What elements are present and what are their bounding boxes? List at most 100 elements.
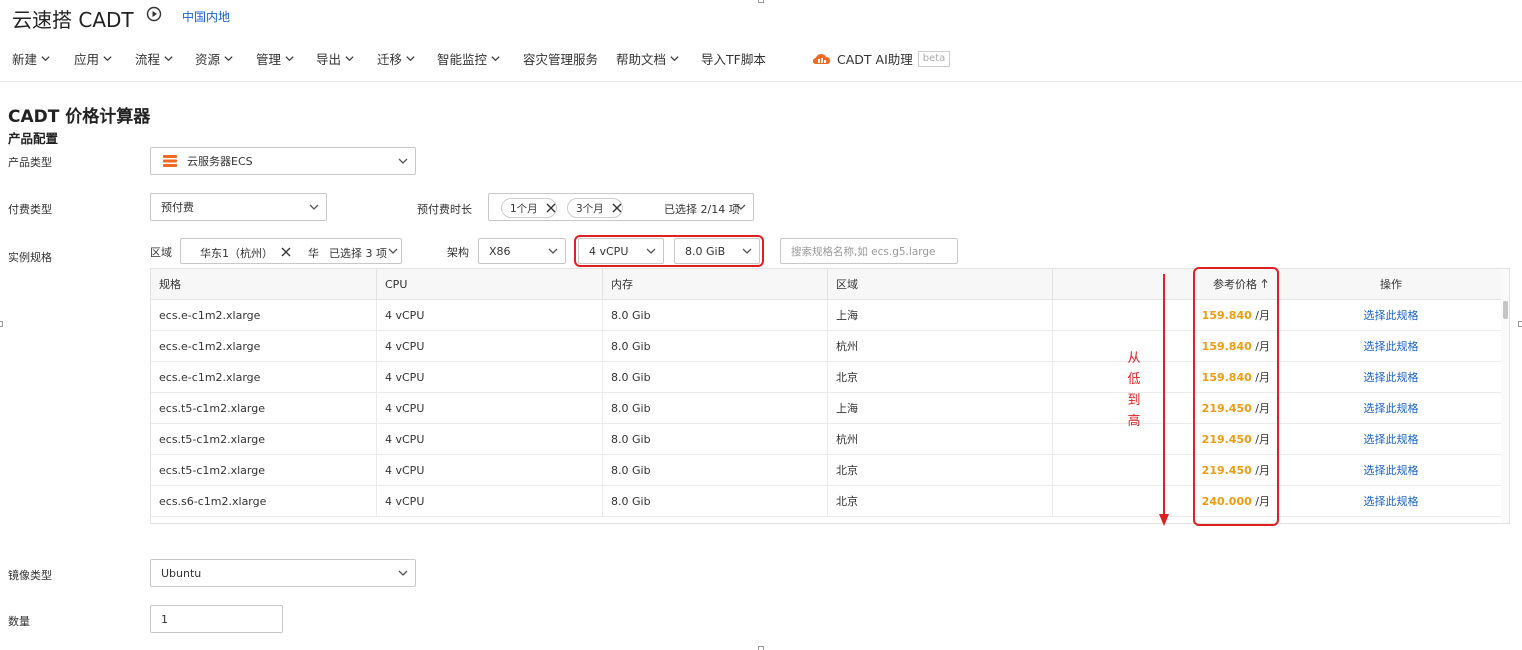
select-spec-link[interactable]: 选择此规格 — [1364, 464, 1419, 477]
table-scrollbar[interactable] — [1501, 269, 1509, 523]
cell-memory: 8.0 Gib — [603, 300, 828, 331]
cell-action: 选择此规格 — [1279, 424, 1503, 455]
column-header-cpu: CPU — [377, 269, 603, 300]
cell-cpu: 4 vCPU — [377, 362, 603, 393]
table-row: ecs.t5-c1m2.xlarge 4 vCPU 8.0 Gib 北京 219… — [151, 455, 1503, 486]
cell-action: 选择此规格 — [1279, 486, 1503, 517]
nav-item-resource[interactable]: 资源 — [195, 49, 234, 68]
nav-label: 智能监控 — [437, 52, 488, 67]
cell-memory: 8.0 Gib — [603, 486, 828, 517]
cell-memory: 8.0 Gib — [603, 362, 828, 393]
nav-label: 资源 — [195, 52, 221, 67]
cell-action: 选择此规格 — [1279, 393, 1503, 424]
nav-item-new[interactable]: 新建 — [12, 49, 51, 68]
select-spec-link[interactable]: 选择此规格 — [1364, 340, 1419, 353]
scrollbar-thumb[interactable] — [1503, 301, 1508, 319]
image-type-value: Ubuntu — [161, 566, 202, 580]
region-label: 区域 — [150, 246, 172, 259]
cell-cpu: 4 vCPU — [377, 331, 603, 362]
cell-region: 上海 — [828, 393, 1053, 424]
ecs-server-icon — [163, 155, 177, 167]
pay-type-select[interactable]: 预付费 — [150, 193, 327, 221]
price-column-highlight — [1193, 267, 1279, 526]
close-icon[interactable] — [612, 203, 622, 213]
cell-spec: ecs.e-c1m2.xlarge — [151, 331, 377, 362]
page-title: CADT 价格计算器 — [8, 107, 151, 127]
column-header-memory: 内存 — [603, 269, 828, 300]
nav-item-help[interactable]: 帮助文档 — [616, 49, 680, 68]
region-switch-link[interactable]: 中国内地 — [182, 8, 230, 25]
select-spec-link[interactable]: 选择此规格 — [1364, 402, 1419, 415]
table-row: ecs.e-c1m2.xlarge 4 vCPU 8.0 Gib 杭州 159.… — [151, 331, 1503, 362]
chevron-down-icon — [406, 56, 415, 62]
cpu-memory-highlight — [574, 235, 764, 267]
spec-table: 规格 CPU 内存 区域 操作 参考价格 ecs.e-c1m2.xlarge 4… — [150, 268, 1510, 524]
quantity-value: 1 — [161, 612, 168, 626]
cell-region: 北京 — [828, 362, 1053, 393]
spec-search-input[interactable]: 搜索规格名称,如 ecs.g5.large — [780, 238, 958, 264]
nav-item-flow[interactable]: 流程 — [135, 49, 174, 68]
nav-label: 管理 — [256, 52, 282, 67]
nav-item-monitor[interactable]: 智能监控 — [437, 49, 501, 68]
cell-cpu: 4 vCPU — [377, 300, 603, 331]
nav-label: 容灾管理服务 — [523, 52, 599, 67]
duration-tag-1-month: 1个月 — [501, 198, 557, 218]
nav-label: 流程 — [135, 52, 161, 67]
arch-select[interactable]: X86 — [478, 238, 566, 264]
beta-badge: beta — [917, 50, 951, 67]
play-circle-icon[interactable] — [146, 6, 162, 22]
chevron-down-icon — [309, 204, 319, 210]
region-multiselect[interactable]: 华东1（杭州） 华 已选择 3 项 — [180, 238, 402, 264]
down-arrow-icon — [1159, 274, 1169, 526]
select-spec-link[interactable]: 选择此规格 — [1364, 495, 1419, 508]
nav-item-export[interactable]: 导出 — [316, 49, 355, 68]
ai-assistant-button[interactable]: CADT AI助理 beta — [812, 49, 951, 68]
select-spec-link[interactable]: 选择此规格 — [1364, 309, 1419, 322]
close-icon[interactable] — [546, 203, 556, 213]
select-spec-link[interactable]: 选择此规格 — [1364, 433, 1419, 446]
prepay-duration-multiselect[interactable]: 1个月 3个月 已选择 2/14 项 — [488, 193, 754, 221]
column-header-region: 区域 — [828, 269, 1053, 300]
cell-region: 北京 — [828, 486, 1053, 517]
nav-item-disaster-recovery[interactable]: 容灾管理服务 — [523, 49, 598, 68]
cell-spec: ecs.t5-c1m2.xlarge — [151, 424, 377, 455]
cloud-ai-icon — [813, 53, 830, 64]
ai-assistant-label: CADT AI助理 — [837, 52, 913, 67]
quantity-label: 数量 — [8, 615, 30, 628]
table-row: ecs.e-c1m2.xlarge 4 vCPU 8.0 Gib 北京 159.… — [151, 362, 1503, 393]
select-spec-link[interactable]: 选择此规格 — [1364, 371, 1419, 384]
nav-item-import-tf[interactable]: 导入TF脚本 — [701, 49, 766, 68]
cell-spec: ecs.e-c1m2.xlarge — [151, 362, 377, 393]
nav-label: 应用 — [74, 52, 100, 67]
pay-type-label: 付费类型 — [8, 203, 52, 216]
column-header-action: 操作 — [1380, 278, 1402, 291]
top-header: 云速搭 CADT 中国内地 新建 应用 流程 资源 管理 导出 迁移 智能监控 … — [0, 0, 1522, 82]
arch-value: X86 — [489, 244, 511, 258]
image-type-select[interactable]: Ubuntu — [150, 559, 416, 587]
chevron-down-icon — [103, 56, 112, 62]
quantity-input[interactable]: 1 — [150, 605, 283, 633]
pay-type-value: 预付费 — [161, 201, 194, 214]
nav-item-migrate[interactable]: 迁移 — [377, 49, 416, 68]
cell-region: 杭州 — [828, 424, 1053, 455]
prepay-duration-label: 预付费时长 — [417, 203, 472, 216]
region-summary: 已选择 3 项 — [329, 247, 387, 260]
nav-label: 迁移 — [377, 52, 403, 67]
tag-label: 3个月 — [576, 202, 604, 215]
table-row: ecs.s6-c1m2.xlarge 4 vCPU 8.0 Gib 北京 240… — [151, 486, 1503, 517]
cell-memory: 8.0 Gib — [603, 455, 828, 486]
nav-item-app[interactable]: 应用 — [74, 49, 113, 68]
close-icon[interactable] — [281, 247, 291, 257]
cell-spec: ecs.s6-c1m2.xlarge — [151, 486, 377, 517]
nav-label: 新建 — [12, 52, 38, 67]
nav-item-manage[interactable]: 管理 — [256, 49, 295, 68]
region-tag-partial: 华 — [308, 247, 319, 260]
nav-label: 帮助文档 — [616, 52, 667, 67]
chevron-down-icon — [548, 248, 558, 254]
cell-region: 杭州 — [828, 331, 1053, 362]
product-type-select[interactable]: 云服务器ECS — [150, 147, 416, 175]
cell-region: 北京 — [828, 455, 1053, 486]
chevron-down-icon — [491, 56, 500, 62]
crop-handle-right — [1518, 321, 1522, 327]
cell-cpu: 4 vCPU — [377, 393, 603, 424]
